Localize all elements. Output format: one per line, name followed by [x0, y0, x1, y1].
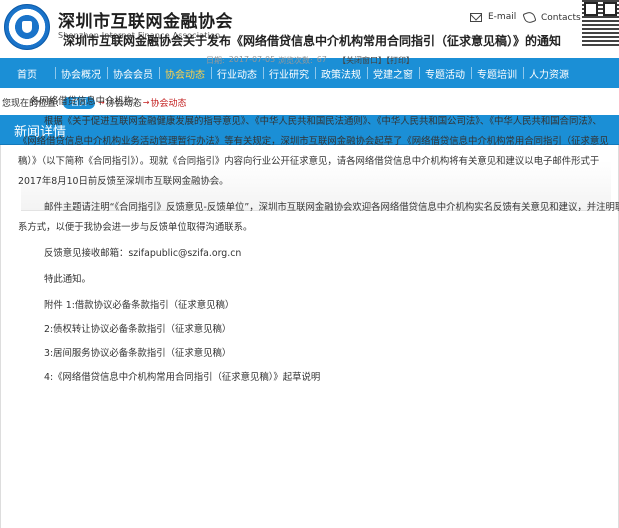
- paragraph: 各网络借贷信息中介机构：: [30, 96, 143, 107]
- attachment-link-1[interactable]: 附件 1:借款协议必备条款指引（征求意见稿）: [30, 296, 612, 316]
- article-body: 各网络借贷信息中介机构： 根据《关于促进互联网金融健康发展的指导意见》、《中华人…: [18, 92, 619, 388]
- phone-icon: [522, 10, 537, 25]
- print-link[interactable]: 【打印】: [386, 56, 414, 65]
- close-window-link[interactable]: 【关闭窗口】: [338, 56, 386, 65]
- email-label: E-mail: [488, 12, 517, 22]
- email-link[interactable]: E-mail: [470, 12, 516, 22]
- attachment-link-2[interactable]: 2:债权转让协议必备条款指引（征求意见稿）: [30, 320, 612, 340]
- contacts-label: Contacts: [541, 12, 581, 23]
- nav-association-news[interactable]: 协会动态: [159, 58, 211, 88]
- contacts-link[interactable]: Contacts: [522, 10, 581, 25]
- paragraph: 稿）》（以下简称《合同指引》）。现就《合同指引》内容向行业公开征求意见，请各网络…: [18, 156, 600, 167]
- mail-icon: [470, 12, 482, 22]
- nav-home[interactable]: 首页: [0, 58, 55, 88]
- article-actions: 【关闭窗口】【打印】: [338, 55, 414, 66]
- article-date: 日期: 2017-07-05: [206, 55, 275, 66]
- nav-members[interactable]: 协会会员: [107, 58, 159, 88]
- org-name-cn: 深圳市互联网金融协会: [58, 12, 233, 32]
- article-views: 浏览次数: 67: [278, 55, 327, 66]
- nav-about[interactable]: 协会概况: [55, 58, 107, 88]
- views-value: 67: [316, 55, 327, 64]
- paragraph: 特此通知。: [44, 274, 91, 285]
- date-label: 日期:: [206, 56, 225, 65]
- attachment-link-3[interactable]: 3:居间服务协议必备条款指引（征求意见稿）: [30, 344, 612, 364]
- nav-special-training[interactable]: 专题培训: [471, 58, 523, 88]
- paragraph: 《网络借贷信息中介机构业务活动管理暂行办法》等有关规定，深圳市互联网金融协会起草…: [18, 136, 609, 147]
- nav-special-events[interactable]: 专题活动: [419, 58, 471, 88]
- paragraph: 2017年8月10日前反馈至深圳市互联网金融协会。: [18, 176, 229, 187]
- feedback-email[interactable]: 反馈意见接收邮箱：szifapublic@szifa.org.cn: [30, 244, 612, 264]
- article-title: 深圳市互联网金融协会关于发布《网络借贷信息中介机构常用合同指引（征求意见稿）》的…: [62, 34, 561, 48]
- paragraph: 根据《关于促进互联网金融健康发展的指导意见》、《中华人民共和国民法通则》、《中华…: [44, 116, 602, 127]
- views-label: 浏览次数:: [278, 56, 313, 65]
- paragraph: 系方式，以便于我协会进一步与反馈单位取得沟通联系。: [18, 222, 253, 233]
- attachment-link-4[interactable]: 4:《网络借贷信息中介机构常用合同指引（征求意见稿）》起草说明: [30, 368, 612, 388]
- date-value: 2017-07-05: [228, 55, 276, 64]
- paragraph: 邮件主题请注明“《合同指引》反馈意见-反馈单位”，深圳市互联网金融协会欢迎各网络…: [44, 202, 619, 213]
- nav-human-resources[interactable]: 人力资源: [523, 58, 575, 88]
